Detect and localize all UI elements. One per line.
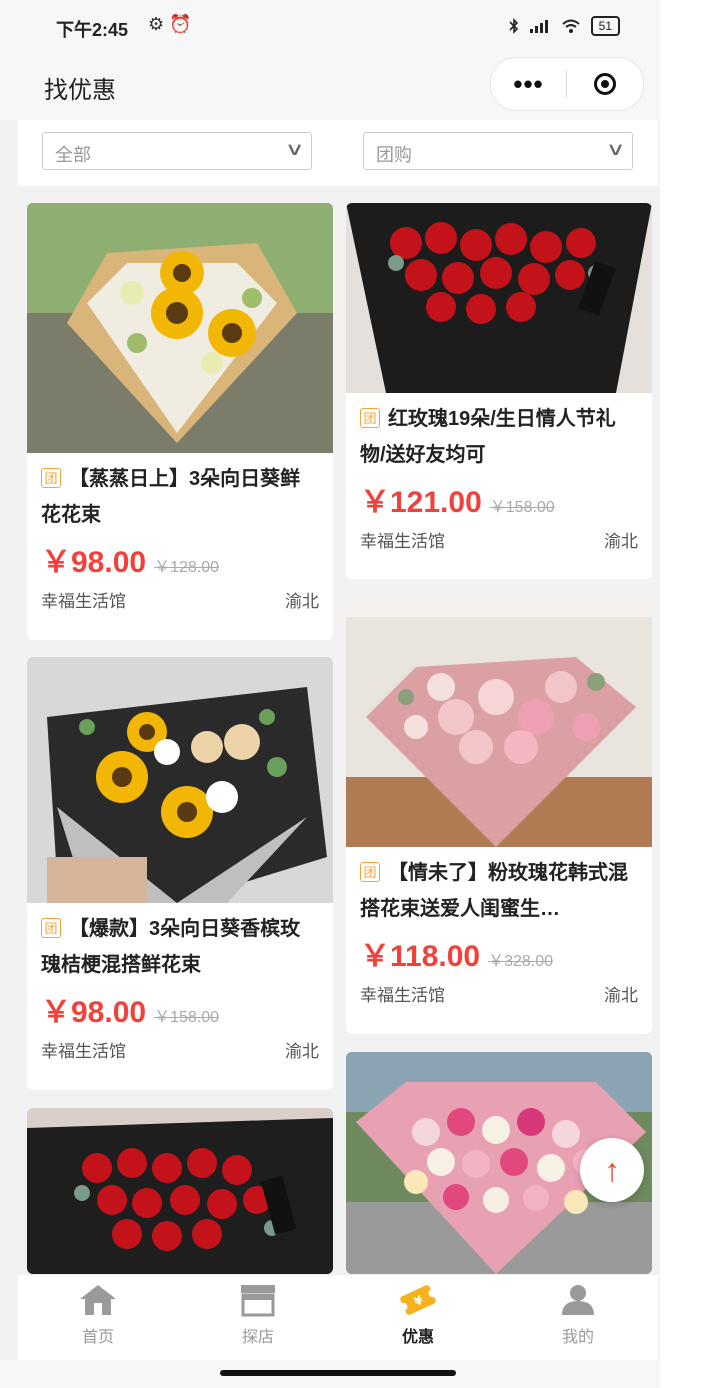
home-indicator[interactable] xyxy=(220,1370,456,1376)
original-price: ￥328.00 xyxy=(488,953,554,970)
price-row: ￥98.00 ￥158.00 xyxy=(41,987,319,1029)
miniprogram-capsule: ••• xyxy=(490,57,644,111)
target-icon xyxy=(593,73,616,95)
shop-info: 幸福生活馆 渝北 xyxy=(360,981,638,1006)
card-body: 团【情未了】粉玫瑰花韩式混搭花束送爱人闺蜜生… ￥118.00 ￥328.00 … xyxy=(346,847,652,1006)
product-image xyxy=(27,657,333,903)
shop-name: 幸福生活馆 xyxy=(360,532,445,551)
deal-card[interactable]: 团【爆款】3朵向日葵香槟玫瑰桔梗混搭鲜花束 ￥98.00 ￥158.00 幸福生… xyxy=(27,657,333,1090)
shop-area: 渝北 xyxy=(604,986,638,1005)
wifi-icon xyxy=(561,19,580,33)
deal-title: 团【情未了】粉玫瑰花韩式混搭花束送爱人闺蜜生… xyxy=(360,855,638,927)
product-image xyxy=(346,203,652,393)
tab-deals[interactable]: ¥ 优惠 xyxy=(338,1275,498,1361)
phone-screen: 下午2:45 ⚙ ⏰ 51 找优惠 ••• 全部 ∨ 团购 ∨ 团 【蒸蒸日上】… xyxy=(0,0,660,1388)
shop-info: 幸福生活馆 渝北 xyxy=(41,587,319,612)
tab-bar: 首页 探店 ¥ 优惠 我的 xyxy=(18,1274,658,1361)
product-image xyxy=(27,1108,333,1274)
deal-price: ￥118.00 xyxy=(360,940,481,973)
chevron-down-icon: ∨ xyxy=(605,139,626,159)
group-buy-tag: 团 xyxy=(41,468,61,488)
status-time: 下午2:45 xyxy=(56,20,129,40)
type-select[interactable]: 团购 ∨ xyxy=(363,132,633,170)
tab-mine[interactable]: 我的 xyxy=(498,1275,658,1361)
shop-name: 幸福生活馆 xyxy=(41,592,126,611)
shop-info: 幸福生活馆 渝北 xyxy=(41,1037,319,1062)
filter-bar: 全部 ∨ 团购 ∨ xyxy=(18,120,658,186)
battery-icon: 51 xyxy=(590,16,620,36)
deal-card[interactable]: 团【蒸蒸日上】3朵向日葵鲜花花束 ￥98.00 ￥128.00 幸福生活馆 渝北 xyxy=(27,203,333,640)
tab-label: 探店 xyxy=(241,1329,274,1346)
tab-label: 我的 xyxy=(561,1329,594,1346)
home-indicator-bar xyxy=(0,1360,660,1388)
store-icon xyxy=(241,1285,275,1317)
tab-explore-shop[interactable]: 探店 xyxy=(178,1275,338,1361)
card-body: 团红玫瑰19朵/生日情人节礼物/送好友均可 ￥121.00 ￥158.00 幸福… xyxy=(346,393,652,552)
status-right-icons: 51 xyxy=(509,16,620,36)
deal-price: ￥121.00 xyxy=(360,486,482,519)
nav-bar: 找优惠 ••• xyxy=(0,54,660,120)
group-buy-tag: 团 xyxy=(360,408,380,428)
original-price: ￥158.00 xyxy=(489,499,555,516)
more-menu-button[interactable]: ••• xyxy=(491,69,566,100)
tab-home[interactable]: 首页 xyxy=(18,1275,178,1361)
product-image xyxy=(27,203,333,453)
status-bar: 下午2:45 ⚙ ⏰ 51 xyxy=(0,0,660,54)
original-price: ￥128.00 xyxy=(154,559,220,576)
arrow-up-icon: ↑ xyxy=(604,1151,620,1188)
tab-label: 优惠 xyxy=(401,1329,434,1346)
group-buy-tag: 团 xyxy=(41,918,61,938)
tab-label: 首页 xyxy=(81,1329,114,1346)
shop-area: 渝北 xyxy=(604,532,638,551)
card-body: 团【蒸蒸日上】3朵向日葵鲜花花束 ￥98.00 ￥128.00 幸福生活馆 渝北 xyxy=(27,453,333,612)
back-to-top-button[interactable]: ↑ xyxy=(580,1138,644,1202)
group-buy-tag: 团 xyxy=(360,862,380,882)
deal-title: 团【蒸蒸日上】3朵向日葵鲜花花束 xyxy=(41,461,319,533)
user-icon xyxy=(562,1285,594,1315)
deal-title: 团【爆款】3朵向日葵香槟玫瑰桔梗混搭鲜花束 xyxy=(41,911,319,983)
deal-title-text: 【蒸蒸日上】3朵向日葵鲜花花束 xyxy=(41,468,301,526)
deal-price: ￥98.00 xyxy=(41,546,147,579)
shop-area: 渝北 xyxy=(285,592,319,611)
shop-name: 幸福生活馆 xyxy=(41,1042,126,1061)
price-row: ￥98.00 ￥128.00 xyxy=(41,537,319,579)
card-body: 团【爆款】3朵向日葵香槟玫瑰桔梗混搭鲜花束 ￥98.00 ￥158.00 幸福生… xyxy=(27,903,333,1062)
shop-info: 幸福生活馆 渝北 xyxy=(360,527,638,552)
home-icon xyxy=(80,1285,116,1315)
status-left-icons: ⚙ ⏰ xyxy=(148,14,192,34)
page-title: 找优惠 xyxy=(44,77,116,104)
category-select[interactable]: 全部 ∨ xyxy=(42,132,312,170)
deal-title: 团红玫瑰19朵/生日情人节礼物/送好友均可 xyxy=(360,401,638,473)
deal-card[interactable]: 团【情未了】粉玫瑰花韩式混搭花束送爱人闺蜜生… ￥118.00 ￥328.00 … xyxy=(346,597,652,1034)
signal-icon xyxy=(529,20,548,33)
bluetooth-icon xyxy=(509,18,518,34)
deal-title-text: 【情未了】粉玫瑰花韩式混搭花束送爱人闺蜜生… xyxy=(360,862,628,920)
coupon-icon: ¥ xyxy=(399,1285,437,1315)
original-price: ￥158.00 xyxy=(154,1009,220,1026)
chevron-down-icon: ∨ xyxy=(284,139,305,159)
category-select-value: 全部 xyxy=(55,145,91,165)
deal-title-text: 【爆款】3朵向日葵香槟玫瑰桔梗混搭鲜花束 xyxy=(41,918,301,976)
product-image xyxy=(346,597,652,847)
type-select-value: 团购 xyxy=(376,145,412,165)
price-row: ￥121.00 ￥158.00 xyxy=(360,477,638,519)
deal-title-text: 红玫瑰19朵/生日情人节礼物/送好友均可 xyxy=(360,408,616,466)
shop-area: 渝北 xyxy=(285,1042,319,1061)
price-row: ￥118.00 ￥328.00 xyxy=(360,931,638,973)
shop-name: 幸福生活馆 xyxy=(360,986,445,1005)
deal-card[interactable] xyxy=(27,1108,333,1274)
deal-price: ￥98.00 xyxy=(41,996,147,1029)
close-miniprogram-button[interactable] xyxy=(567,73,642,95)
deal-card[interactable]: 团红玫瑰19朵/生日情人节礼物/送好友均可 ￥121.00 ￥158.00 幸福… xyxy=(346,203,652,579)
